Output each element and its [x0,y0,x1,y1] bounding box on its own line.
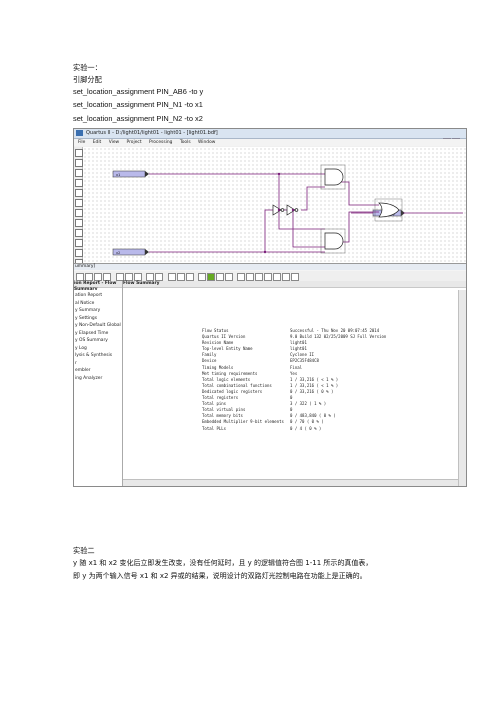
open-icon[interactable] [85,273,93,281]
pin-label-x2: x2 [116,251,120,255]
rectangle-tool-icon[interactable] [75,189,83,197]
bus-tool-icon[interactable] [75,229,83,237]
menu-window[interactable]: Window [198,140,215,145]
heading-experiment-1: 实验一： [73,63,102,72]
oval-tool-icon[interactable] [75,199,83,207]
vertical-scrollbar[interactable] [458,290,466,486]
hand-tool-icon[interactable] [75,249,83,257]
report-icon[interactable] [255,273,263,281]
pin-command-x1: set_location_assignment PIN_N1 -to x1 [73,100,203,109]
zoom-tool-icon[interactable] [75,239,83,247]
schematic-diagram: x1 x2 y [112,164,463,256]
pin-command-x2: set_location_assignment PIN_N2 -to x2 [73,114,203,123]
tree-item[interactable]: embler [75,367,121,375]
quartus-screenshot: Quartus II - D:/light01/light01 - light0… [73,128,467,309]
menu-project[interactable]: Project [127,140,142,145]
menu-processing[interactable]: Processing [149,140,172,145]
flow-summary-row: Total PLLs 0 / 4 ( 0 % ) [202,426,386,432]
pin-label-x1: x1 [116,173,120,177]
programmer-icon[interactable] [273,273,281,281]
stop-icon[interactable] [198,273,206,281]
heading-pin-assignment: 引脚分配 [73,75,102,84]
text-tool-icon[interactable] [75,159,83,167]
flow-summary-header: Flow Summary [123,281,466,288]
window-title: Quartus II - D:/light01/light01 - light0… [86,130,218,136]
flow-summary-value: 0 / 4 ( 0 % ) [290,425,322,431]
flow-summary-value: 3 / 322 ( 1 % ) [290,401,327,407]
pin-planner-icon[interactable] [264,273,272,281]
paragraph-line-2: 即 y 为两个输入信号 x1 和 x2 异或的结果，说明设计的双路灯光控制电路在… [73,572,367,580]
report-body: ation Report al Notice y Summary y Setti… [73,290,467,487]
flow-summary-body: Flow Status Successful - Thu Nov 20 09:07… [123,290,458,486]
block-tool-icon[interactable] [75,179,83,187]
fitter-icon[interactable] [237,273,245,281]
chip-planner-icon[interactable] [186,273,194,281]
print-icon[interactable] [103,273,111,281]
copy-icon[interactable] [125,273,133,281]
tree-item[interactable]: y Elapsed Time [75,330,121,338]
symbol-tool-icon[interactable] [75,169,83,177]
and-gate-top[interactable] [320,164,346,190]
flow-summary-key: Total PLLs [202,425,227,431]
window-controls [442,130,464,164]
tree-item[interactable]: lysis & Synthesis [75,352,121,360]
wires [149,173,463,253]
project-navigator-icon[interactable] [168,273,176,281]
tree-item[interactable]: y Settings [75,315,121,323]
start-compilation-icon[interactable] [207,273,215,281]
new-icon[interactable] [76,273,84,281]
tree-items: ation Report al Notice y Summary y Setti… [75,292,121,382]
menu-file[interactable]: File [78,140,85,145]
block-editor-toolbar [74,147,83,287]
horizontal-scrollbar[interactable] [123,479,458,486]
input-pin-x2[interactable]: x2 [112,248,149,256]
tree-item[interactable]: y Summary [75,307,121,315]
pin-command-y: set_location_assignment PIN_AB6 -to y [73,87,204,96]
line-tool-icon[interactable] [75,209,83,217]
settings-icon[interactable] [177,273,185,281]
schematic-canvas[interactable]: x1 x2 y [83,147,466,263]
and-gate-bottom[interactable] [320,228,346,254]
paragraph-line-1: y 随 x1 和 x2 变化后立即发生改变，没有任何延时，且 y 的逻辑值符合图… [73,559,373,567]
node-tool-icon[interactable] [75,219,83,227]
tree-item[interactable]: ation Report [75,292,121,300]
report-title: ummary] [74,264,466,270]
cut-icon[interactable] [116,273,124,281]
menu-view[interactable]: View [109,140,119,145]
window-titlebar: Quartus II - D:/light01/light01 - light0… [74,129,466,164]
simulator-icon[interactable] [282,273,290,281]
flow-summary-value: 0 / 33,216 ( 0 % ) [290,388,334,394]
tree-item[interactable]: y Non-Default Global [75,322,121,330]
help-icon[interactable] [291,273,299,281]
paste-icon[interactable] [134,273,142,281]
report-tree-body: ation Report al Notice y Summary y Setti… [74,290,123,486]
timing-icon[interactable] [225,273,233,281]
selection-tool-icon[interactable] [75,149,83,157]
input-pin-x1[interactable]: x1 [112,170,149,178]
tree-item[interactable]: al Notice [75,300,121,308]
undo-icon[interactable] [146,273,154,281]
menu-bar: File Edit View Project Processing Tools … [74,139,466,146]
save-icon[interactable] [94,273,102,281]
heading-experiment-2: 实验二 [73,546,95,555]
assembler-icon[interactable] [246,273,254,281]
app-icon [76,130,83,136]
flow-summary-table: Flow Status Successful - Thu Nov 20 09:07… [202,328,386,432]
tree-item[interactable]: r [75,360,121,368]
menu-tools[interactable]: Tools [180,140,191,145]
tree-item[interactable]: y OS Summary [75,337,121,345]
redo-icon[interactable] [155,273,163,281]
menu-edit[interactable]: Edit [93,140,102,145]
report-tree-header: ion Report - Flow Summary [74,281,122,292]
tree-item[interactable]: y Log [75,345,121,353]
tree-item[interactable]: ing Analyzer [75,375,121,383]
analysis-icon[interactable] [216,273,224,281]
